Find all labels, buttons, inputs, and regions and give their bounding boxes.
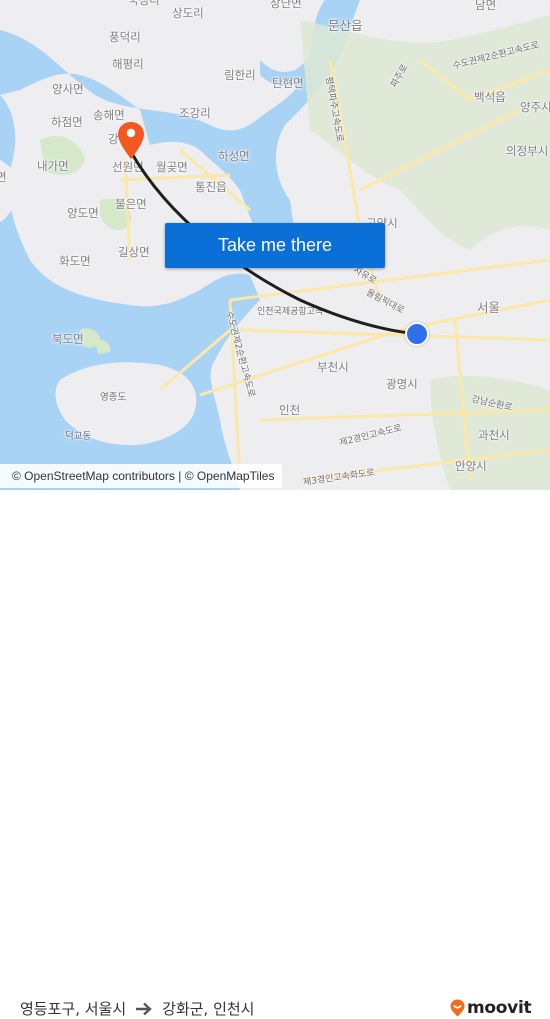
route-origin: 영등포구, 서울시 bbox=[20, 1000, 127, 1018]
route-summary: 영등포구, 서울시 강화군, 인천시 bbox=[20, 998, 254, 1019]
map-attribution[interactable]: © OpenStreetMap contributors | © OpenMap… bbox=[0, 464, 283, 488]
brand-name: moovit bbox=[467, 998, 532, 1018]
origin-location-dot[interactable] bbox=[405, 322, 429, 346]
map[interactable]: 국성리 상도리 장단면 문산읍 남면 풍덕리 해평리 림한리 탄현면 양사면 송… bbox=[0, 0, 550, 490]
moovit-logo: moovit bbox=[450, 998, 532, 1018]
take-me-there-button[interactable]: Take me there bbox=[165, 223, 385, 268]
right-arrow-icon bbox=[136, 1002, 152, 1015]
destination-pin-icon[interactable] bbox=[117, 121, 145, 161]
moovit-pin-icon bbox=[450, 999, 465, 1017]
footer: 영등포구, 서울시 강화군, 인천시 moovit bbox=[0, 490, 550, 1018]
route-destination: 강화군, 인천시 bbox=[162, 1000, 255, 1018]
